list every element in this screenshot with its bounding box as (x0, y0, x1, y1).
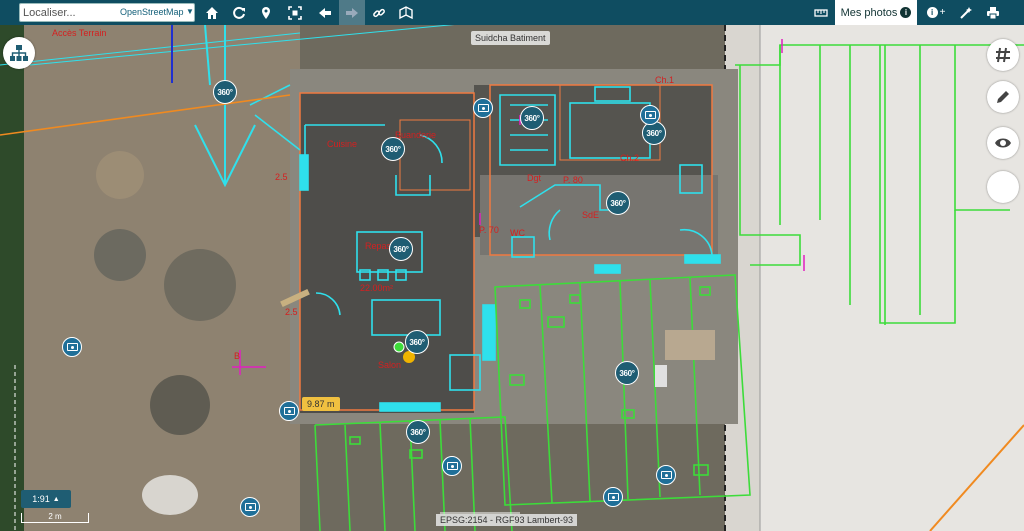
refresh-button[interactable] (226, 0, 252, 25)
home-button[interactable] (199, 0, 225, 25)
building-label: Suidcha Batiment (471, 31, 550, 45)
photo-360-marker[interactable]: 360° (642, 121, 666, 145)
label-acces-terrain: Accès Terrain (52, 28, 107, 38)
camera-marker[interactable] (473, 98, 493, 118)
measure-tooltip: 9.87 m (302, 397, 340, 411)
label-sde: SdE (582, 210, 600, 220)
camera-marker[interactable] (62, 337, 82, 357)
arrow-right-icon (346, 7, 358, 18)
scale-bar: 2 m (21, 513, 89, 523)
grid-tool-button[interactable] (987, 39, 1019, 71)
eye-icon (995, 138, 1011, 148)
label-b-mark: B (234, 351, 241, 361)
camera-marker[interactable] (279, 401, 299, 421)
hashtag-icon (996, 47, 1010, 63)
photo-360-marker[interactable]: 360° (406, 420, 430, 444)
ruler-icon (814, 8, 828, 17)
arrow-left-icon (319, 7, 331, 18)
sitemap-icon (10, 45, 28, 61)
photo-360-marker[interactable]: 360° (213, 80, 237, 104)
locate-button[interactable] (253, 0, 279, 25)
photo-360-marker[interactable]: 360° (520, 106, 544, 130)
zoom-extent-icon (288, 5, 302, 20)
label-ch1: Ch.1 (655, 75, 675, 85)
aerial-imagery (0, 25, 1024, 531)
refresh-icon (233, 6, 245, 19)
blank-tool-button[interactable] (987, 171, 1019, 203)
info-plus-sign: + (939, 7, 946, 18)
home-icon (206, 6, 218, 19)
measure-button[interactable] (808, 0, 834, 25)
map-book-icon (399, 5, 413, 19)
search-input[interactable] (23, 6, 119, 20)
camera-marker[interactable] (240, 497, 260, 517)
tab-mes-photos-label: Mes photos (840, 6, 898, 19)
link-icon (373, 8, 385, 17)
photo-360-marker[interactable]: 360° (615, 361, 639, 385)
back-button[interactable] (312, 0, 338, 25)
provider-select-label[interactable]: OpenStreetMap (120, 7, 184, 17)
label-cuisine: Cuisine (327, 139, 358, 149)
map-book-button[interactable] (393, 0, 419, 25)
magic-wand-icon (960, 6, 972, 19)
layer-tree-button[interactable] (3, 37, 35, 69)
photo-360-marker[interactable]: 360° (606, 191, 630, 215)
label-left-dim: 2.5 (275, 172, 288, 182)
label-p70: P. 70 (479, 225, 499, 235)
photo-360-marker[interactable]: 360° (389, 237, 413, 261)
pencil-icon (997, 91, 1009, 103)
label-wc: WC (510, 228, 525, 238)
zoom-extent-button[interactable] (282, 0, 308, 25)
caret-up-icon: ▲ (52, 495, 60, 503)
magic-wand-button[interactable] (953, 0, 979, 25)
forward-button[interactable] (339, 0, 365, 25)
projection-label: EPSG:2154 - RGF93 Lambert-93 (436, 514, 578, 526)
label-dgt: Dgt (527, 173, 542, 183)
camera-marker[interactable] (603, 487, 623, 507)
photo-360-marker[interactable]: 360° (381, 137, 405, 161)
label-p80: P. 80 (563, 175, 583, 185)
print-button[interactable] (980, 0, 1006, 25)
tab-mes-photos[interactable]: Mes photos i (835, 0, 917, 25)
location-pin-icon (262, 6, 270, 19)
label-left-dim-2: 2.5 (285, 307, 298, 317)
label-ch2: Ch.2 (620, 153, 640, 163)
link-button[interactable] (366, 0, 392, 25)
label-sejour-area: 22.00m² (360, 283, 394, 293)
zoom-level-selector[interactable]: 1:91 ▲ (21, 490, 71, 508)
search-box[interactable]: OpenStreetMap ▼ (19, 3, 195, 22)
label-buanderie: Buanderie (395, 130, 437, 140)
print-icon (987, 6, 999, 19)
info-icon[interactable]: i (900, 7, 912, 18)
visibility-button[interactable] (987, 127, 1019, 159)
chevron-down-icon[interactable]: ▼ (186, 7, 194, 16)
info-plus-icon: i (926, 7, 938, 18)
camera-marker[interactable] (442, 456, 462, 476)
edit-tool-button[interactable] (987, 81, 1019, 113)
zoom-level-value: 1:91 (32, 494, 50, 504)
camera-marker[interactable] (656, 465, 676, 485)
info-plus-button[interactable]: i + (922, 0, 950, 25)
top-toolbar: OpenStreetMap ▼ Mes photos i i+ (0, 0, 1024, 25)
photo-360-marker[interactable]: 360° (405, 330, 429, 354)
label-salon: Salon (378, 360, 402, 370)
map-canvas[interactable]: Suidcha Batiment Accès Terrain Cuisine B… (0, 25, 1024, 531)
camera-marker[interactable] (640, 105, 660, 125)
label-repas: Repas (365, 241, 392, 251)
